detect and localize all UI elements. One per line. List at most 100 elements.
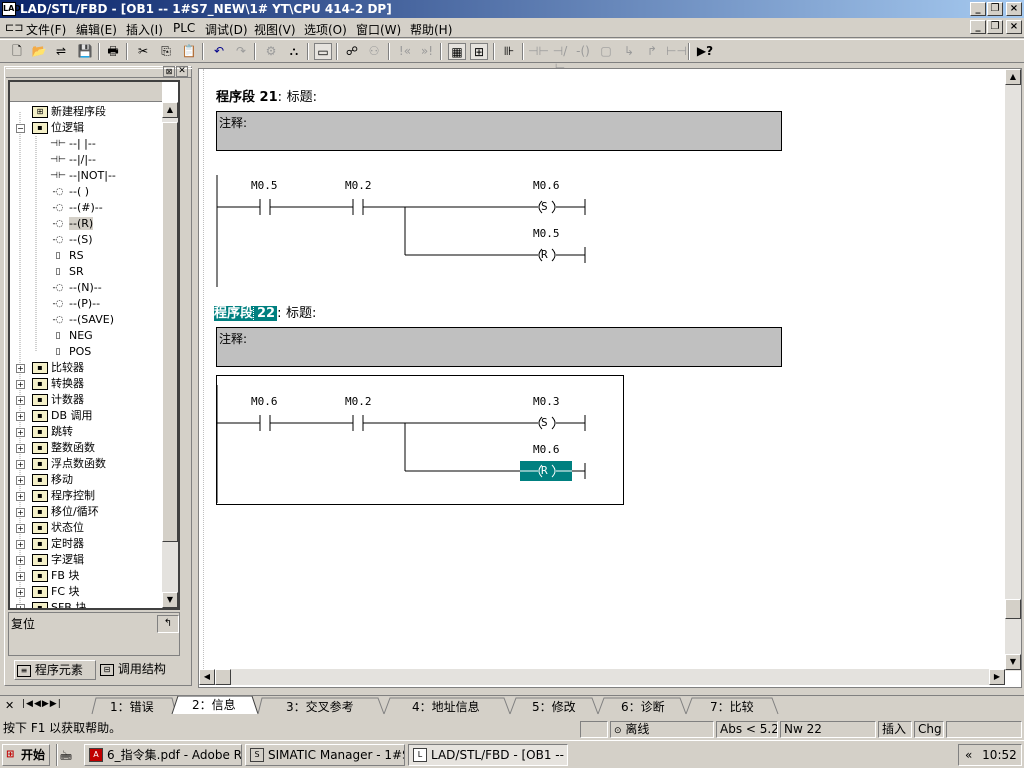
contact-address[interactable]: M0.2 bbox=[345, 179, 372, 192]
tree-item[interactable]: -◌ --(R) bbox=[50, 216, 94, 232]
accessible-nodes-icon[interactable]: ☍ bbox=[343, 43, 361, 60]
scroll-up-icon[interactable]: ▲ bbox=[162, 102, 178, 118]
editor-scroll-left-icon[interactable]: ◀ bbox=[199, 669, 215, 685]
tree-item[interactable]: -◌ --(#)-- bbox=[50, 200, 102, 216]
coil-icon[interactable]: -() bbox=[574, 43, 592, 60]
help-icon[interactable]: ▶? bbox=[694, 43, 716, 60]
panel-close-icon[interactable]: ✕ bbox=[176, 66, 188, 77]
task-adobe[interactable]: A 6_指令集.pdf - Adobe R... bbox=[84, 744, 242, 766]
expand-icon[interactable]: + bbox=[16, 588, 25, 597]
scroll-down-icon[interactable]: ▼ bbox=[162, 592, 178, 608]
tree-item[interactable]: ▯ SR bbox=[50, 264, 84, 280]
empty-box-icon[interactable]: ▢ bbox=[597, 43, 615, 60]
tree-item[interactable]: ▪ 定时器 bbox=[32, 536, 84, 552]
network-21-comment[interactable]: 注释: bbox=[216, 111, 782, 151]
tree-item[interactable]: -◌ --(SAVE) bbox=[50, 312, 114, 328]
tree-item[interactable]: ▪ 位逻辑 bbox=[32, 120, 84, 136]
tree-item[interactable]: ▪ 字逻辑 bbox=[32, 552, 84, 568]
editor-hscroll-thumb[interactable] bbox=[215, 669, 231, 685]
branch-open-icon[interactable]: ↳ bbox=[620, 43, 638, 60]
set-coil-label[interactable]: S bbox=[541, 200, 548, 213]
tree-item[interactable]: ▪ FC 块 bbox=[32, 584, 80, 600]
expand-icon[interactable]: + bbox=[16, 428, 25, 437]
expand-icon[interactable]: + bbox=[16, 412, 25, 421]
tree-item[interactable]: ▪ 整数函数 bbox=[32, 440, 95, 456]
tree-item[interactable]: ▪ 比较器 bbox=[32, 360, 84, 376]
cut-icon[interactable]: ✂ bbox=[134, 43, 152, 60]
tree-item[interactable]: ▯ RS bbox=[50, 248, 84, 264]
editor-scroll-down-icon[interactable]: ▼ bbox=[1005, 654, 1021, 670]
menu-edit[interactable]: 编辑(E) bbox=[76, 21, 117, 38]
tab-modify[interactable]: 5：修改 bbox=[532, 698, 576, 715]
tree-item[interactable]: ▪ 转换器 bbox=[32, 376, 84, 392]
expand-icon[interactable]: + bbox=[16, 444, 25, 453]
menu-help[interactable]: 帮助(H) bbox=[410, 21, 452, 38]
minimize-button[interactable]: _ bbox=[970, 2, 986, 16]
restore-button[interactable]: ❐ bbox=[987, 2, 1003, 16]
contact-address[interactable]: M0.5 bbox=[251, 179, 278, 192]
download-icon[interactable]: ⛬ bbox=[285, 43, 303, 60]
monitor-icon[interactable]: ▭ bbox=[314, 43, 332, 60]
expand-icon[interactable]: + bbox=[16, 396, 25, 405]
panel-dock-icon[interactable]: ⊠ bbox=[163, 66, 175, 77]
tree-item[interactable]: ▪ 移动 bbox=[32, 472, 73, 488]
coil-address[interactable]: M0.3 bbox=[533, 395, 560, 408]
tab-address-info[interactable]: 4：地址信息 bbox=[412, 698, 480, 715]
task-lad[interactable]: L LAD/STL/FBD - [OB1 -- 1... bbox=[408, 744, 568, 766]
tree-scrollbar[interactable]: ▲ ▼ bbox=[162, 102, 178, 608]
coil-address[interactable]: M0.6 bbox=[533, 179, 560, 192]
print-icon[interactable]: 🖶 bbox=[104, 43, 122, 60]
tree-item[interactable]: ▪ 移位/循环 bbox=[32, 504, 99, 520]
quick-launch-icon[interactable]: 🖮 bbox=[60, 747, 72, 768]
set-coil-label[interactable]: S bbox=[541, 416, 548, 429]
expand-icon[interactable]: + bbox=[16, 540, 25, 549]
coil-address[interactable]: M0.5 bbox=[533, 227, 560, 240]
menu-window[interactable]: 窗口(W) bbox=[356, 21, 401, 38]
expand-icon[interactable]: + bbox=[16, 508, 25, 517]
expand-icon[interactable]: + bbox=[16, 604, 25, 608]
contact-address[interactable]: M0.2 bbox=[345, 395, 372, 408]
editor-area[interactable]: ▲ ▼ ◀ ▶ 程序段 21: 标题: 注释: M0.5 M0.2 M0.6 S… bbox=[198, 68, 1022, 688]
doc-minimize-button[interactable]: _ bbox=[970, 20, 986, 34]
reset-coil-label[interactable]: R bbox=[541, 248, 548, 261]
overview-icon[interactable]: ▦ bbox=[448, 43, 466, 60]
menu-debug[interactable]: 调试(D) bbox=[205, 21, 248, 38]
ladder-icon[interactable]: ⊪ bbox=[500, 43, 518, 60]
new-icon[interactable]: 🗋 bbox=[8, 43, 26, 60]
editor-scroll-thumb[interactable] bbox=[1005, 599, 1021, 619]
tree-item[interactable]: ▯ NEG bbox=[50, 328, 93, 344]
glasses-icon[interactable]: ⚇ bbox=[365, 43, 383, 60]
tree-item[interactable]: -◌ --(P)-- bbox=[50, 296, 100, 312]
expand-icon[interactable]: + bbox=[16, 460, 25, 469]
tree-item[interactable]: ▪ SFB 块 bbox=[32, 600, 86, 608]
no-contact-icon[interactable]: ⊣⊢ bbox=[528, 43, 549, 60]
expand-icon[interactable]: + bbox=[16, 572, 25, 581]
reset-coil-label-selected[interactable]: R bbox=[541, 464, 548, 477]
expand-icon[interactable]: + bbox=[16, 380, 25, 389]
tab-diagnostics[interactable]: 6：诊断 bbox=[621, 698, 665, 715]
menu-options[interactable]: 选项(O) bbox=[304, 21, 347, 38]
expand-icon[interactable]: + bbox=[16, 492, 25, 501]
save-icon[interactable]: 💾 bbox=[76, 43, 94, 60]
tab-compare[interactable]: 7：比较 bbox=[710, 698, 754, 715]
contact-address[interactable]: M0.6 bbox=[251, 395, 278, 408]
menu-file[interactable]: 文件(F) bbox=[26, 21, 66, 38]
expand-icon[interactable]: + bbox=[16, 364, 25, 373]
compile-icon[interactable]: ⚙ bbox=[262, 43, 280, 60]
doc-icon[interactable]: ⊏⊐ bbox=[5, 21, 23, 34]
expand-icon[interactable]: + bbox=[16, 556, 25, 565]
network-22-comment[interactable]: 注释: bbox=[216, 327, 782, 367]
scroll-thumb[interactable] bbox=[162, 122, 178, 542]
editor-hscroll[interactable]: ◀ ▶ bbox=[199, 669, 1005, 685]
tree-item[interactable]: ⊣⊢ --|NOT|-- bbox=[50, 168, 116, 184]
tree-item[interactable]: ▯ POS bbox=[50, 344, 92, 360]
tab-program-elements[interactable]: ≡ 程序元素 bbox=[14, 660, 96, 680]
undo-icon[interactable]: ↶ bbox=[210, 43, 228, 60]
tab-cross-reference[interactable]: 3：交叉参考 bbox=[286, 698, 354, 715]
coil-address[interactable]: M0.6 bbox=[533, 443, 560, 456]
branch-close-icon[interactable]: ↱ bbox=[643, 43, 661, 60]
open-icon[interactable]: 📂 bbox=[30, 43, 48, 60]
menu-insert[interactable]: 插入(I) bbox=[126, 21, 163, 38]
tree-item[interactable]: ▪ 跳转 bbox=[32, 424, 73, 440]
tree-item[interactable]: ▪ 程序控制 bbox=[32, 488, 95, 504]
